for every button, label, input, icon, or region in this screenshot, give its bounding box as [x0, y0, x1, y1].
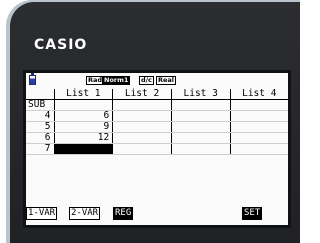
row-label: SUB — [26, 99, 55, 112]
table-cell[interactable] — [171, 132, 231, 145]
table-cell[interactable] — [171, 99, 231, 112]
column-header-list1[interactable]: List 1 — [54, 89, 114, 101]
status-bar: Rad Norm1 d/c Real — [26, 73, 288, 87]
f2-2var-button[interactable]: 2-VAR — [69, 207, 101, 220]
table-cell[interactable]: 6 — [54, 110, 114, 123]
table-cell[interactable] — [171, 121, 231, 134]
table-cell[interactable] — [230, 121, 288, 134]
table-row: SUB — [26, 99, 288, 112]
table-row: 6 12 — [26, 132, 288, 145]
table-cell[interactable]: 12 — [54, 132, 114, 145]
function-key-bar: 1-VAR 2-VAR REG SET — [26, 207, 288, 223]
table-cell[interactable] — [230, 99, 288, 112]
f1-1var-button[interactable]: 1-VAR — [26, 207, 58, 220]
screen-bezel: Rad Norm1 d/c Real List 1 List 2 List 3 … — [23, 70, 291, 228]
table-header-row: List 1 List 2 List 3 List 4 — [26, 89, 288, 101]
table-cell[interactable] — [112, 110, 172, 123]
row-label: 5 — [26, 121, 55, 134]
table-cell[interactable]: 9 — [54, 121, 114, 134]
corner-cell — [26, 89, 55, 101]
column-header-list2[interactable]: List 2 — [112, 89, 172, 101]
f6-set-button[interactable]: SET — [242, 207, 263, 220]
display-mode-indicator: Norm1 — [102, 76, 131, 85]
table-cell[interactable] — [112, 132, 172, 145]
table-row: 5 9 — [26, 121, 288, 134]
selected-cell-cursor[interactable] — [54, 143, 114, 156]
row-label: 4 — [26, 110, 55, 123]
list-table: List 1 List 2 List 3 List 4 SUB 4 6 5 9 … — [26, 89, 288, 156]
table-cell[interactable] — [112, 99, 172, 112]
table-cell[interactable] — [112, 143, 172, 156]
f3-reg-button[interactable]: REG — [113, 207, 134, 220]
table-row: 4 6 — [26, 110, 288, 123]
table-cell[interactable] — [230, 132, 288, 145]
column-header-list3[interactable]: List 3 — [171, 89, 231, 101]
lcd-screen: Rad Norm1 d/c Real List 1 List 2 List 3 … — [26, 73, 288, 225]
table-cell[interactable] — [112, 121, 172, 134]
table-cell[interactable] — [230, 143, 288, 156]
table-cell[interactable] — [171, 143, 231, 156]
table-row: 7 — [26, 143, 288, 156]
table-cell[interactable] — [171, 110, 231, 123]
number-format-indicator: Real — [156, 76, 177, 85]
row-label: 7 — [26, 143, 55, 156]
fraction-indicator: d/c — [139, 76, 154, 85]
brand-logo: CASIO — [34, 37, 88, 53]
battery-icon — [29, 73, 36, 85]
row-label: 6 — [26, 132, 55, 145]
table-cell[interactable] — [230, 110, 288, 123]
column-header-list4[interactable]: List 4 — [230, 89, 288, 101]
table-cell[interactable] — [54, 99, 114, 112]
